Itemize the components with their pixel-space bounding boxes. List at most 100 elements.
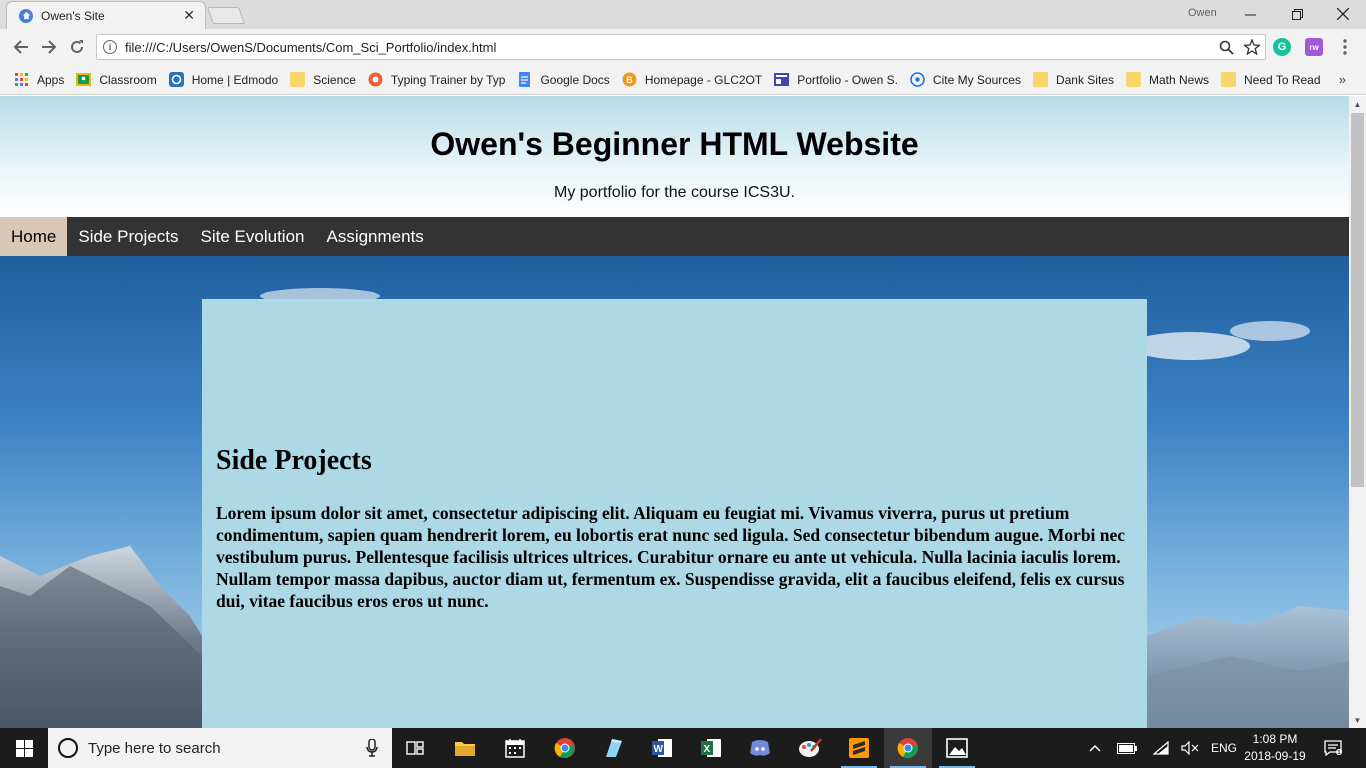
start-button[interactable]	[0, 728, 48, 768]
microphone-icon[interactable]	[366, 739, 378, 757]
folder-icon	[290, 72, 306, 87]
tab-owens-site[interactable]: Owen's Site ✕	[6, 1, 206, 29]
bookmark-google-docs[interactable]: Google Docs	[517, 72, 610, 87]
wifi-icon[interactable]	[1148, 728, 1174, 768]
scroll-down-arrow-icon[interactable]: ▼	[1349, 712, 1366, 728]
task-view-icon[interactable]	[392, 728, 440, 768]
tab-strip: Owen's Site ✕ Owen	[0, 0, 1366, 29]
windows-logo-icon	[15, 739, 33, 757]
bookmarks-bar: Apps Classroom Home | Edmodo Science Typ…	[0, 65, 1366, 95]
minimize-icon[interactable]	[1235, 4, 1265, 24]
page-scrollbar[interactable]: ▲ ▼	[1349, 96, 1366, 728]
file-explorer-icon[interactable]	[441, 728, 489, 768]
reload-icon[interactable]	[67, 37, 87, 57]
svg-text:B: B	[626, 75, 633, 85]
bookmark-folder-math-news[interactable]: Math News	[1125, 72, 1210, 87]
site-header: Owen's Beginner HTML Website My portfoli…	[0, 96, 1349, 217]
bookmark-label: Homepage - GLC2OT	[644, 72, 763, 87]
back-arrow-icon[interactable]	[11, 37, 31, 57]
show-hidden-icons-chevron-icon[interactable]	[1084, 728, 1106, 768]
system-clock[interactable]: 1:08 PM 2018-09-19	[1240, 731, 1310, 765]
bookmarks-overflow-chevron-icon[interactable]: »	[1339, 72, 1346, 87]
browser-toolbar: i file:///C:/Users/OwenS/Documents/Com_S…	[0, 29, 1366, 65]
calendar-app-icon[interactable]	[491, 728, 539, 768]
google-docs-icon	[519, 72, 531, 87]
nav-assignments[interactable]: Assignments	[315, 217, 434, 256]
classroom-icon	[76, 73, 92, 86]
sublime-text-icon[interactable]	[835, 728, 883, 768]
bookmark-label: Science	[313, 72, 356, 87]
svg-text:X: X	[704, 744, 711, 755]
portfolio-icon	[774, 73, 790, 86]
apps-grid-icon	[15, 73, 28, 86]
bookmark-folder-science[interactable]: Science	[290, 72, 356, 87]
content-panel: Side Projects Lorem ipsum dolor sit amet…	[202, 299, 1147, 728]
restore-icon[interactable]	[1282, 4, 1312, 24]
hero-background: Side Projects Lorem ipsum dolor sit amet…	[0, 256, 1349, 728]
bookmark-folder-dank-sites[interactable]: Dank Sites	[1032, 72, 1114, 87]
nav-side-projects[interactable]: Side Projects	[67, 217, 189, 256]
new-tab-button[interactable]	[206, 7, 246, 24]
bookmark-folder-need-to-read[interactable]: Need To Read	[1221, 72, 1321, 87]
clock-time: 1:08 PM	[1252, 732, 1298, 746]
bookmark-cite-my-sources[interactable]: Cite My Sources	[910, 72, 1021, 87]
photos-icon[interactable]	[933, 728, 981, 768]
chrome-running-icon[interactable]	[884, 728, 932, 768]
discord-icon[interactable]	[736, 728, 784, 768]
tab-close-icon[interactable]: ✕	[183, 7, 195, 24]
word-icon[interactable]: W	[638, 728, 686, 768]
site-info-icon[interactable]: i	[103, 40, 117, 54]
windows-taskbar: Type here to search W X ENG 1:08 PM 2018…	[0, 728, 1366, 768]
section-body: Lorem ipsum dolor sit amet, consectetur …	[216, 503, 1126, 611]
paint-3d-icon[interactable]	[589, 728, 637, 768]
bookmark-label: Portfolio - Owen S.	[797, 72, 898, 87]
bookmark-homepage-glc2ot[interactable]: B Homepage - GLC2OT	[622, 72, 762, 87]
url-text[interactable]: file:///C:/Users/OwenS/Documents/Com_Sci…	[125, 40, 1213, 55]
profile-name[interactable]: Owen	[1188, 7, 1217, 19]
chrome-pinned-icon[interactable]	[541, 728, 589, 768]
home-favicon-icon	[19, 8, 33, 23]
bookmark-edmodo[interactable]: Home | Edmodo	[168, 72, 279, 87]
battery-icon[interactable]	[1114, 728, 1140, 768]
clock-date: 2018-09-19	[1244, 749, 1306, 763]
cortana-icon	[58, 738, 78, 758]
forward-arrow-icon[interactable]	[39, 37, 59, 57]
bookmark-label: Classroom	[99, 72, 157, 87]
bookmark-typing-trainer[interactable]: Typing Trainer by Typ	[368, 72, 506, 87]
bookmark-label: Home | Edmodo	[191, 72, 279, 87]
scroll-up-arrow-icon[interactable]: ▲	[1349, 96, 1366, 112]
svg-text:W: W	[654, 744, 664, 755]
bookmark-label: Typing Trainer by Typ	[390, 72, 506, 87]
menu-kebab-icon[interactable]	[1335, 37, 1355, 57]
bookmark-classroom[interactable]: Classroom	[76, 72, 157, 87]
site-nav: Home Side Projects Site Evolution Assign…	[0, 217, 1349, 256]
grammarly-extension-icon[interactable]: G	[1273, 38, 1291, 56]
bookmark-star-icon[interactable]	[1239, 35, 1265, 59]
nav-site-evolution[interactable]: Site Evolution	[190, 217, 316, 256]
scrollbar-thumb[interactable]	[1351, 113, 1364, 487]
close-window-icon[interactable]	[1328, 4, 1358, 24]
bookmark-label: Dank Sites	[1055, 72, 1114, 87]
language-indicator[interactable]: ENG	[1206, 728, 1242, 768]
bookmark-label: Google Docs	[540, 72, 610, 87]
bookmark-apps[interactable]: Apps	[14, 72, 64, 87]
excel-icon[interactable]: X	[687, 728, 735, 768]
nav-home[interactable]: Home	[0, 217, 68, 256]
taskbar-search-placeholder: Type here to search	[88, 739, 221, 757]
volume-muted-icon[interactable]	[1178, 728, 1202, 768]
paint-icon[interactable]	[786, 728, 834, 768]
taskbar-search-box[interactable]: Type here to search	[48, 728, 392, 768]
bookmark-portfolio[interactable]: Portfolio - Owen S.	[774, 72, 898, 87]
address-bar[interactable]: i file:///C:/Users/OwenS/Documents/Com_S…	[96, 34, 1266, 60]
svg-text:1: 1	[1338, 750, 1341, 756]
action-center-notification-icon[interactable]: 1	[1318, 728, 1348, 768]
section-heading: Side Projects	[216, 445, 372, 476]
typing-trainer-icon	[368, 72, 383, 87]
folder-icon	[1125, 72, 1141, 87]
site-title: Owen's Beginner HTML Website	[430, 126, 919, 162]
zoom-icon[interactable]	[1213, 35, 1239, 59]
bookmark-label: Math News	[1148, 72, 1210, 87]
cite-my-sources-icon	[910, 72, 925, 87]
extension-icon[interactable]: rw	[1305, 38, 1323, 56]
bookmark-label: Cite My Sources	[932, 72, 1021, 87]
